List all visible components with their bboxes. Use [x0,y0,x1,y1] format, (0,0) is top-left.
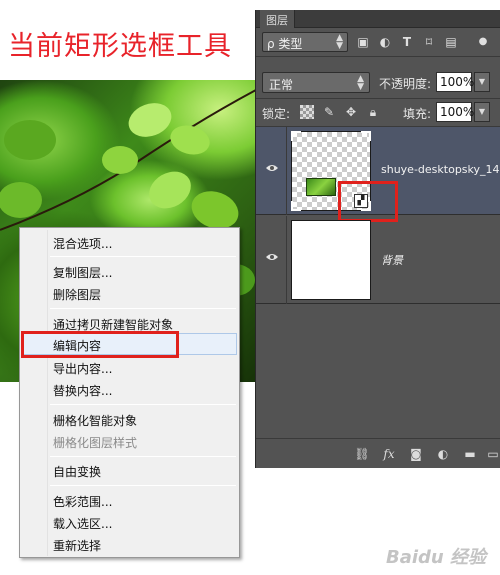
lock-row: 锁定: ✎ ✥ 🔒︎ 填充: 100% ▼ [256,98,500,126]
layer-context-menu: 混合选项... 复制图层... 删除图层 通过拷贝新建智能对象 编辑内容 导出内… [19,227,240,558]
menu-separator [50,308,236,309]
menu-item-blending-options[interactable]: 混合选项... [53,235,112,252]
menu-item-rasterize-layer-style: 栅格化图层样式 [53,436,138,450]
adjustment-filter-icon[interactable]: ◐ [378,35,392,49]
watermark-text: Baidu 经验 [385,547,486,568]
menu-item-rasterize-smart-object[interactable]: 栅格化智能对象 [53,412,137,429]
blend-row: 正常 ▲ ▼ 不透明度: 100% ▼ [256,69,500,97]
thumb-corner [291,131,301,141]
select-arrows-icon: ▲ ▼ [336,33,343,51]
layer-filter-select[interactable]: ρ 类型 ▲ ▼ [262,32,348,52]
add-mask-icon[interactable]: ◙ [408,446,424,462]
tab-layers[interactable]: 图层 [260,10,295,28]
blend-mode-value: 正常 [269,78,294,92]
layer-name[interactable]: shuye-desktopsky_143 [381,163,500,176]
opacity-input[interactable]: 100% [436,72,474,92]
new-group-folder-icon[interactable]: ▬ [462,446,478,462]
layer-thumbnail [291,220,371,300]
menu-item-reselect[interactable]: 重新选择 [53,537,101,554]
lock-paint-icon[interactable]: ✎ [322,105,336,119]
panel-tabbar: 图层 [256,10,500,28]
menu-item-load-selection[interactable]: 载入选区... [53,515,112,532]
fill-dropdown-icon[interactable]: ▼ [474,102,490,122]
lock-move-icon[interactable]: ✥ [344,105,358,119]
visibility-eye-icon[interactable] [265,252,279,262]
annotation-highlight-box [21,331,179,358]
filter-toggle-icon[interactable]: ● [476,35,490,49]
annotation-heading: 当前矩形选框工具 [8,31,232,62]
layers-panel: 图层 ρ 类型 ▲ ▼ ▣ ◐ T ⌑ ▤ ● 正常 ▲ ▼ 不透明度: 100% … [255,10,500,468]
divider [256,56,500,57]
adjustment-layer-icon[interactable]: ◐ [435,446,451,462]
menu-separator [50,485,236,486]
fill-label: 填充: [403,107,432,121]
menu-item-delete-layer[interactable]: 删除图层 [53,286,101,303]
thumbnail-image [306,178,336,196]
panel-bottom-toolbar: ⛓︎ fx ◙ ◐ ▬ ▭ [256,438,500,468]
type-filter-icon[interactable]: T [400,35,414,49]
lock-all-icon[interactable]: 🔒︎ [366,105,380,119]
visibility-eye-icon[interactable] [265,163,279,173]
menu-item-free-transform[interactable]: 自由变换 [53,463,101,480]
visibility-column [286,127,287,215]
fill-input[interactable]: 100% [436,102,474,122]
opacity-dropdown-icon[interactable]: ▼ [474,72,490,92]
new-layer-icon[interactable]: ▭ [485,446,500,462]
menu-separator [50,456,236,457]
link-layers-icon[interactable]: ⛓︎ [354,446,370,462]
menu-separator [50,256,236,257]
menu-item-export-contents[interactable]: 导出内容... [53,360,112,377]
menu-item-duplicate-layer[interactable]: 复制图层... [53,264,112,281]
shape-filter-icon[interactable]: ⌑ [422,35,436,49]
menu-item-replace-contents[interactable]: 替换内容... [53,382,112,399]
lock-label: 锁定: [262,107,291,121]
opacity-label: 不透明度: [379,77,432,91]
layer-name[interactable]: 背景 [381,252,403,268]
visibility-column [286,216,287,304]
layer-filter-label: ρ 类型 [267,37,303,51]
thumb-corner [291,201,301,211]
filter-row: ρ 类型 ▲ ▼ ▣ ◐ T ⌑ ▤ ● [256,28,500,56]
pixel-filter-icon[interactable]: ▣ [356,35,370,49]
menu-separator [50,404,236,405]
select-arrows-icon: ▲ ▼ [357,74,364,92]
thumb-corner [361,131,371,141]
blend-mode-select[interactable]: 正常 ▲ ▼ [262,72,370,93]
layer-style-fx-icon[interactable]: fx [381,446,397,462]
menu-icon-gutter [47,230,48,556]
lock-transparent-icon[interactable] [300,105,314,119]
menu-item-color-range[interactable]: 色彩范围... [53,493,112,510]
layer-row-background[interactable]: 背景 [256,216,500,304]
smart-object-filter-icon[interactable]: ▤ [444,35,458,49]
